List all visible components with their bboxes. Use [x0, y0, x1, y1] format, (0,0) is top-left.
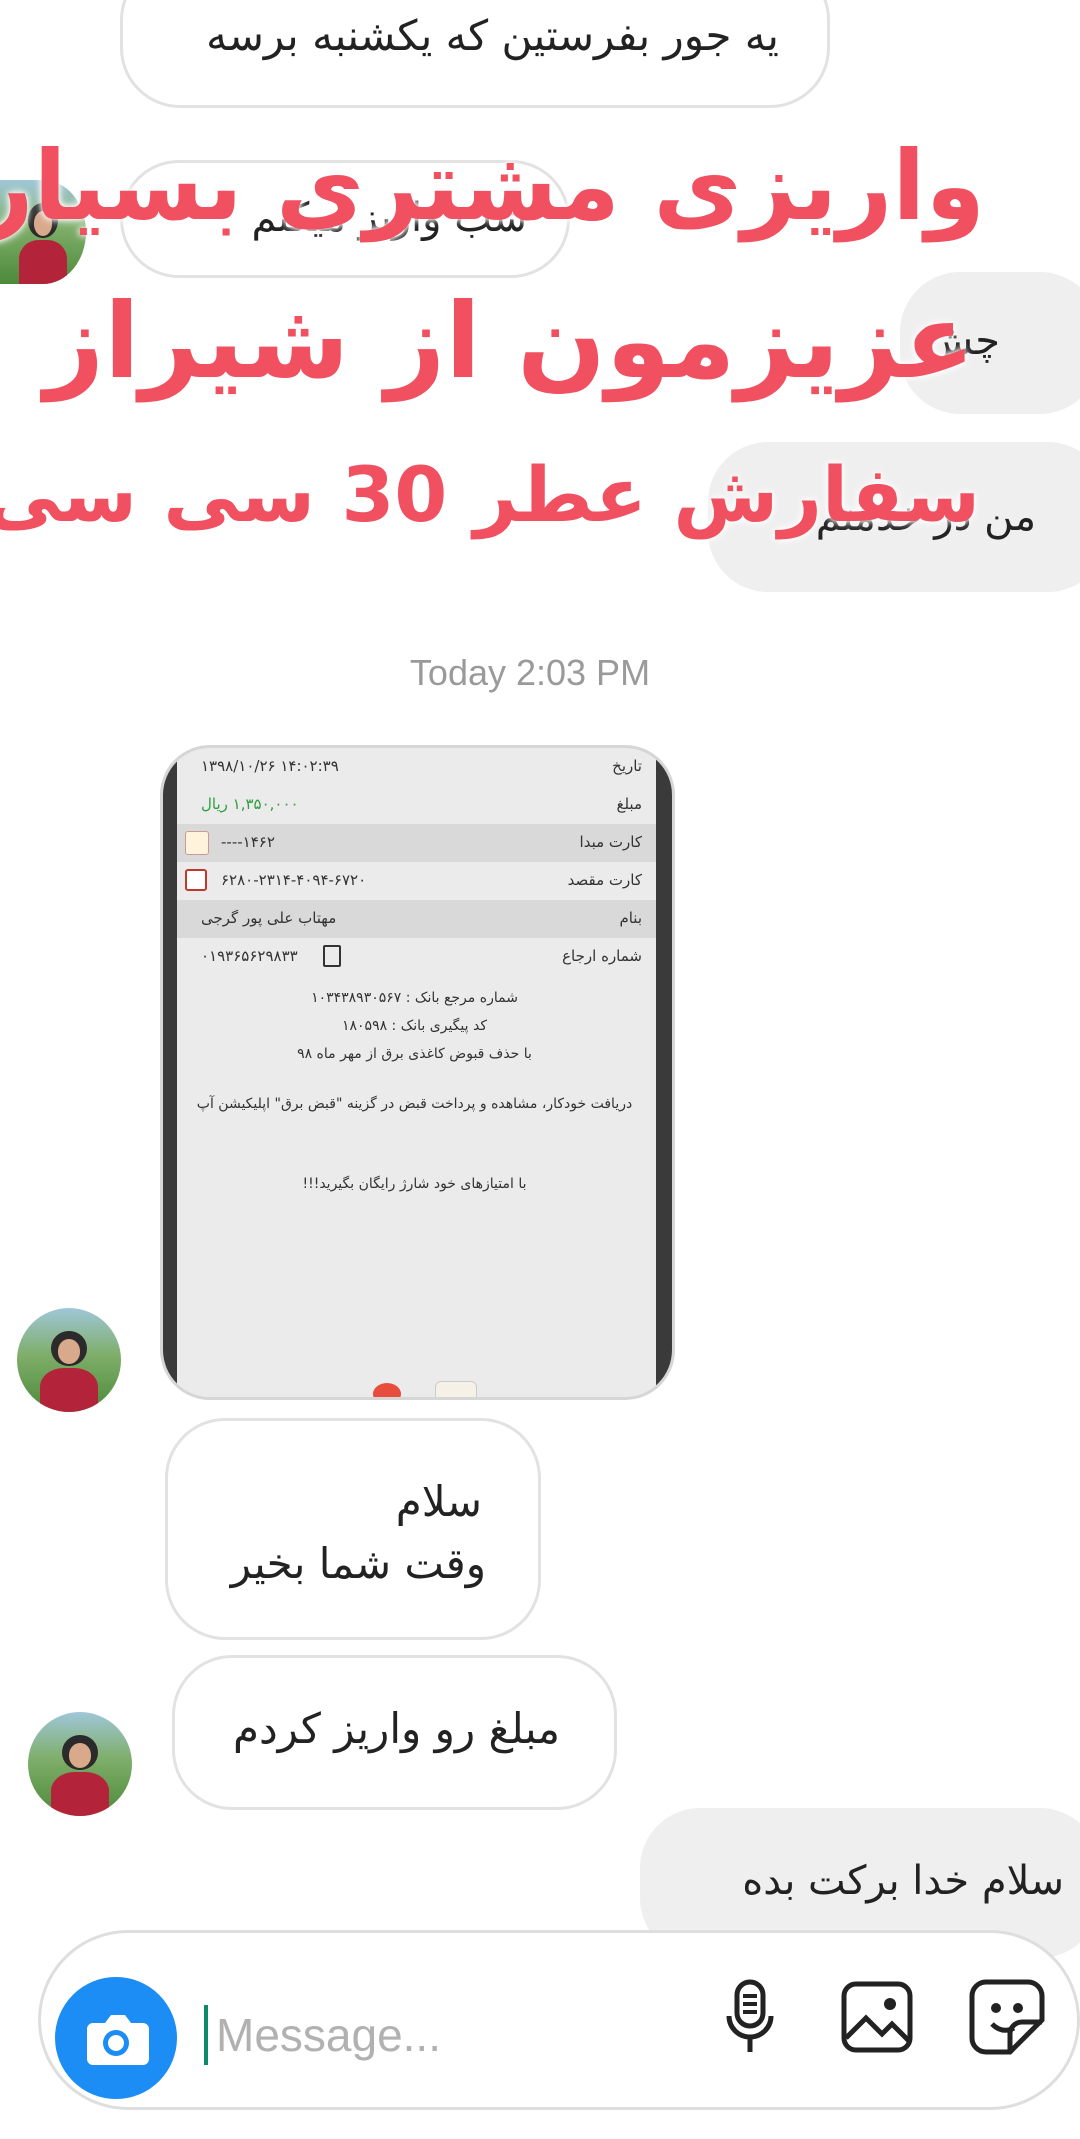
message-text: وقت شما بخیر: [230, 1539, 486, 1588]
message-text: سلام: [395, 1477, 482, 1526]
avatar[interactable]: [17, 1308, 121, 1412]
gallery-icon: [841, 1981, 913, 2053]
bank-logo-icon: [185, 831, 209, 855]
receipt-amount-row: مبلغ ۱,۳۵۰,۰۰۰ ریال: [177, 786, 656, 824]
incoming-message[interactable]: مبلغ رو واریز کردم: [172, 1655, 617, 1810]
camera-icon: [87, 2015, 149, 2065]
bank-logo-icon: [185, 869, 207, 891]
app-logo-icon: [373, 1383, 401, 1397]
receipt-value: ۶۲۸۰-۲۳۱۴-۴۰۹۴-۶۷۲۰: [221, 871, 367, 889]
receipt-source-row: کارت مبدا ----۱۴۶۲: [177, 824, 656, 862]
receipt-note: با امتیازهای خود شارژ رایگان بگیرید!!!: [302, 1176, 527, 1192]
receipt-label: شماره ارجاع: [562, 947, 642, 965]
promo-overlay-line-2: عزیزمون از شیراز: [44, 280, 975, 402]
receipt-date-row: تاریخ ۱۳۹۸/۱۰/۲۶ ۱۴:۰۲:۳۹: [177, 748, 656, 786]
receipt-value: مهتاب علی پور گرجی: [201, 909, 337, 927]
copy-icon[interactable]: [323, 945, 341, 967]
receipt-label: بنام: [619, 909, 642, 927]
receipt-tracking: کد پیگیری بانک : ۱۸۰۵۹۸: [341, 1018, 487, 1034]
receipt-value: ۰۱۹۳۶۵۶۲۹۸۳۳: [201, 947, 298, 965]
gallery-button[interactable]: [832, 1972, 922, 2062]
message-text: مبلغ رو واریز کردم: [232, 1704, 560, 1753]
camera-button[interactable]: [55, 1977, 177, 2099]
message-text: یه جور بفرستین که یکشنبه برسه: [206, 11, 779, 60]
promo-overlay-line-1: واریزی مشتری بسیار: [0, 130, 985, 242]
receipt-ref-row: شماره ارجاع ۰۱۹۳۶۵۶۲۹۸۳۳: [177, 938, 656, 976]
avatar[interactable]: [28, 1712, 132, 1816]
receipt-label: کارت مقصد: [567, 871, 642, 889]
receipt-label: تاریخ: [612, 757, 642, 775]
receipt-name-row: بنام مهتاب علی پور گرجی: [177, 900, 656, 938]
receipt-value: ۱۳۹۸/۱۰/۲۶ ۱۴:۰۲:۳۹: [201, 757, 339, 775]
receipt-label: کارت مبدا: [579, 833, 642, 851]
promo-overlay-line-3: سفارش عطر 30 سی سی: [0, 450, 980, 539]
bank-logo-icon: [435, 1381, 477, 1397]
message-input[interactable]: [204, 2005, 684, 2065]
microphone-icon: [726, 1979, 774, 2052]
receipt-note: با حذف قبوض کاغذی برق از مهر ماه ۹۸: [297, 1046, 532, 1062]
incoming-message[interactable]: یه جور بفرستین که یکشنبه برسه: [120, 0, 830, 108]
receipt-destination-row: کارت مقصد ۶۲۸۰-۲۳۱۴-۴۰۹۴-۶۷۲۰: [177, 862, 656, 900]
message-timestamp: Today 2:03 PM: [409, 652, 651, 693]
message-text: سلام خدا برکت بده: [742, 1858, 1064, 1904]
sticker-button[interactable]: [962, 1972, 1052, 2062]
receipt-amount-value: ۱,۳۵۰,۰۰۰ ریال: [201, 795, 299, 813]
receipt-image-message[interactable]: تاریخ ۱۳۹۸/۱۰/۲۶ ۱۴:۰۲:۳۹ مبلغ ۱,۳۵۰,۰۰۰…: [160, 745, 675, 1400]
microphone-button[interactable]: [705, 1972, 795, 2062]
receipt-value: ----۱۴۶۲: [221, 833, 275, 851]
incoming-message[interactable]: سلام وقت شما بخیر: [165, 1418, 541, 1640]
sticker-icon: [969, 1979, 1045, 2055]
receipt-note: دریافت خودکار، مشاهده و پرداخت قبض در گز…: [196, 1096, 633, 1112]
receipt-bank-ref: شماره مرجع بانک : ۱۰۳۴۳۸۹۳۰۵۶۷: [311, 990, 518, 1006]
receipt-label: مبلغ: [616, 795, 642, 813]
